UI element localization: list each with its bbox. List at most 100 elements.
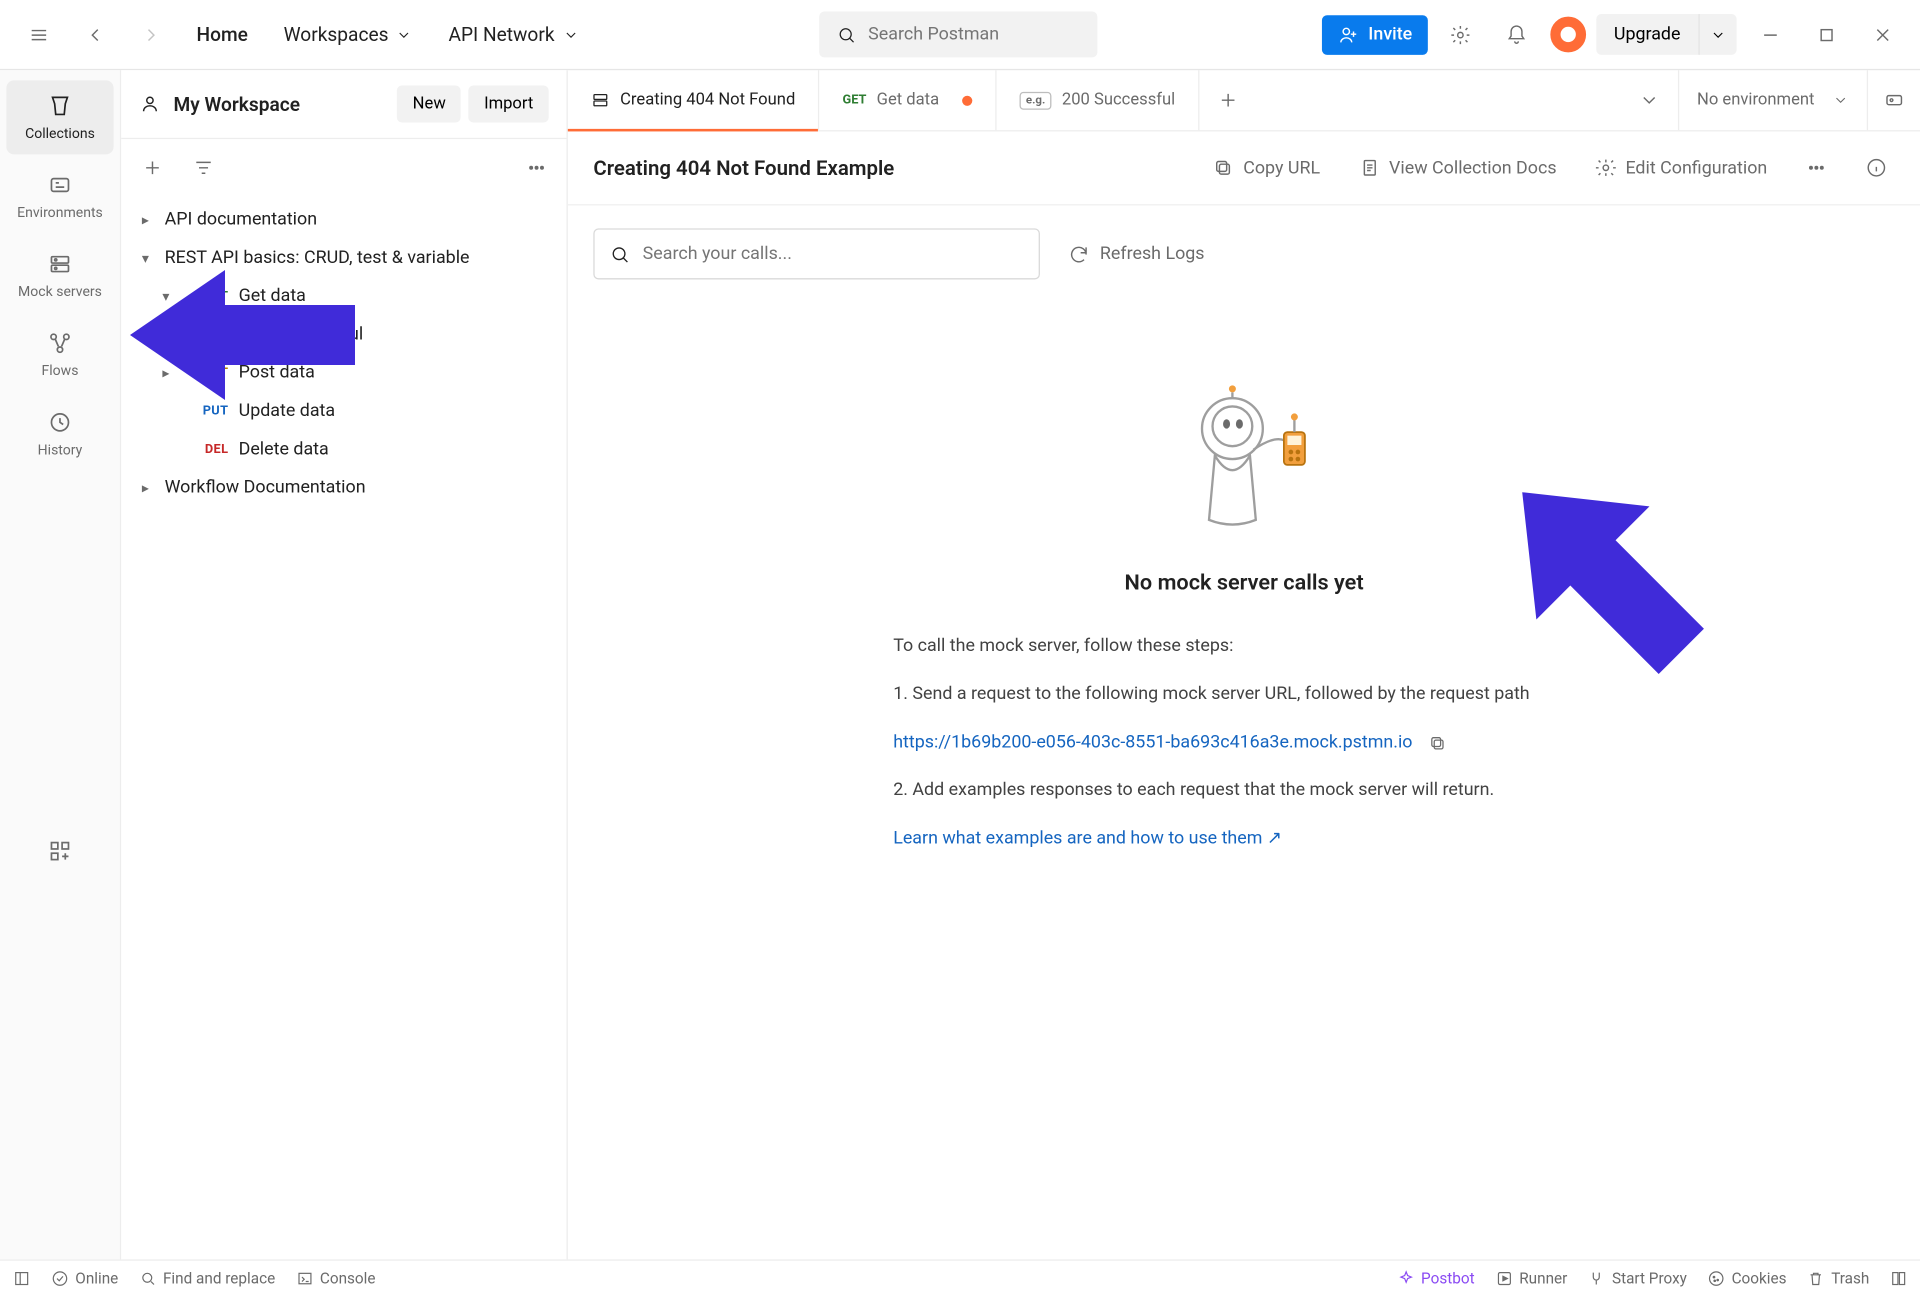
settings-button[interactable]	[1438, 11, 1484, 57]
environment-quicklook[interactable]	[1867, 70, 1920, 130]
avatar[interactable]	[1550, 17, 1586, 53]
tree-item-workflow-doc[interactable]: ▸ Workflow Documentation	[121, 468, 566, 506]
notifications-button[interactable]	[1494, 11, 1540, 57]
learn-examples-link[interactable]: Learn what examples are and how to use t…	[893, 828, 1282, 848]
rail-environments[interactable]: Environments	[6, 160, 113, 234]
filter-icon	[192, 156, 214, 178]
example-badge: e.g.	[1020, 91, 1052, 109]
tab-label: Creating 404 Not Found	[620, 91, 795, 110]
tab-label: 200 Successful	[1062, 91, 1175, 110]
status-layout-button[interactable]	[13, 1269, 31, 1287]
tab-200-successful[interactable]: e.g. 200 Successful	[997, 70, 1200, 130]
global-search[interactable]	[819, 11, 1097, 57]
filter-button[interactable]	[188, 152, 219, 183]
search-icon	[837, 24, 856, 46]
environment-select[interactable]: No environment	[1678, 70, 1867, 130]
window-maximize[interactable]	[1803, 11, 1849, 57]
layout-icon	[13, 1269, 31, 1287]
rail-flows[interactable]: Flows	[6, 318, 113, 392]
env-label: No environment	[1697, 91, 1814, 110]
avatar-inner	[1558, 24, 1578, 44]
hamburger-menu[interactable]	[15, 11, 61, 57]
search-calls-input[interactable]	[643, 244, 1024, 264]
kebab-icon	[1806, 157, 1828, 179]
status-find[interactable]: Find and replace	[139, 1269, 275, 1287]
bell-icon	[1506, 24, 1528, 46]
empty-step-2: 2. Add examples responses to each reques…	[893, 776, 1595, 806]
chevron-right-icon: ▸	[137, 211, 155, 228]
collections-icon	[47, 93, 73, 119]
status-proxy[interactable]: Start Proxy	[1588, 1269, 1687, 1287]
tab-get-data[interactable]: GET Get data	[820, 70, 997, 130]
chevron-down-icon	[1832, 92, 1849, 109]
global-search-input[interactable]	[868, 24, 1079, 44]
nav-home[interactable]: Home	[184, 15, 261, 53]
import-button[interactable]: Import	[469, 85, 549, 122]
info-button[interactable]	[1858, 152, 1895, 184]
upgrade-menu[interactable]	[1698, 14, 1736, 55]
window-close[interactable]	[1859, 11, 1905, 57]
tab-creating-404[interactable]: Creating 404 Not Found	[568, 70, 820, 130]
person-icon	[139, 93, 161, 115]
tab-label: Get data	[877, 91, 939, 110]
rail-collections-label: Collections	[25, 125, 95, 142]
annotation-arrow-left	[130, 260, 360, 410]
status-trash[interactable]: Trash	[1807, 1269, 1869, 1287]
tabs-menu-button[interactable]	[1622, 89, 1678, 111]
status-cookies[interactable]: Cookies	[1707, 1269, 1786, 1287]
nav-api-network-label: API Network	[448, 23, 554, 46]
mock-url-link[interactable]: https://1b69b200-e056-403c-8551-ba693c41…	[893, 728, 1412, 758]
check-circle-icon	[51, 1269, 69, 1287]
cookie-icon	[1707, 1269, 1725, 1287]
new-tab-button[interactable]	[1199, 89, 1255, 111]
upgrade-button[interactable]: Upgrade	[1596, 14, 1698, 55]
copy-url-button[interactable]: Copy URL	[1205, 152, 1328, 184]
nav-workspaces[interactable]: Workspaces	[271, 15, 426, 53]
panels-icon	[1890, 1269, 1908, 1287]
status-online[interactable]: Online	[51, 1269, 118, 1287]
rail-mock-servers[interactable]: Mock servers	[6, 239, 113, 313]
console-icon	[296, 1269, 314, 1287]
info-icon	[1866, 157, 1888, 179]
view-docs-button[interactable]: View Collection Docs	[1351, 152, 1564, 184]
status-console[interactable]: Console	[296, 1269, 376, 1287]
nav-workspaces-label: Workspaces	[284, 23, 389, 46]
rail-history-label: History	[38, 441, 83, 458]
nav-forward[interactable]	[128, 11, 174, 57]
tree-item-api-documentation[interactable]: ▸ API documentation	[121, 200, 566, 238]
user-plus-icon	[1338, 24, 1360, 46]
chevron-down-icon	[562, 26, 579, 43]
new-button[interactable]: New	[397, 85, 461, 122]
plus-icon	[141, 156, 163, 178]
status-panels[interactable]	[1890, 1269, 1908, 1287]
annotation-arrow-right	[1480, 440, 1720, 700]
astronaut-illustration	[1174, 366, 1314, 545]
workspace-title[interactable]: My Workspace	[139, 93, 300, 116]
search-calls[interactable]	[593, 228, 1040, 279]
flows-icon	[47, 330, 73, 356]
page-more-button[interactable]	[1798, 152, 1835, 184]
proxy-icon	[1588, 1269, 1606, 1287]
rail-configure[interactable]	[6, 826, 113, 877]
rail-history[interactable]: History	[6, 397, 113, 471]
plus-icon	[1217, 89, 1239, 111]
copy-url-icon-button[interactable]	[1425, 730, 1451, 756]
sidebar-more-button[interactable]	[521, 152, 552, 183]
nav-api-network[interactable]: API Network	[436, 15, 592, 53]
edit-config-button[interactable]: Edit Configuration	[1587, 152, 1775, 184]
refresh-logs-button[interactable]: Refresh Logs	[1068, 243, 1205, 265]
trash-icon	[1807, 1269, 1825, 1287]
rail-collections[interactable]: Collections	[6, 80, 113, 154]
kebab-icon	[525, 156, 547, 178]
invite-button[interactable]: Invite	[1322, 15, 1427, 55]
status-postbot[interactable]: Postbot	[1397, 1269, 1475, 1287]
doc-icon	[1358, 157, 1380, 179]
method-del: DEL	[185, 442, 228, 456]
sparkle-icon	[1397, 1269, 1415, 1287]
nav-back[interactable]	[71, 11, 117, 57]
tree-item-delete-data[interactable]: ▸ DEL Delete data	[121, 430, 566, 468]
create-collection-button[interactable]	[137, 152, 168, 183]
status-runner[interactable]: Runner	[1495, 1269, 1567, 1287]
grid-plus-icon	[47, 838, 73, 864]
window-minimize[interactable]	[1747, 11, 1793, 57]
